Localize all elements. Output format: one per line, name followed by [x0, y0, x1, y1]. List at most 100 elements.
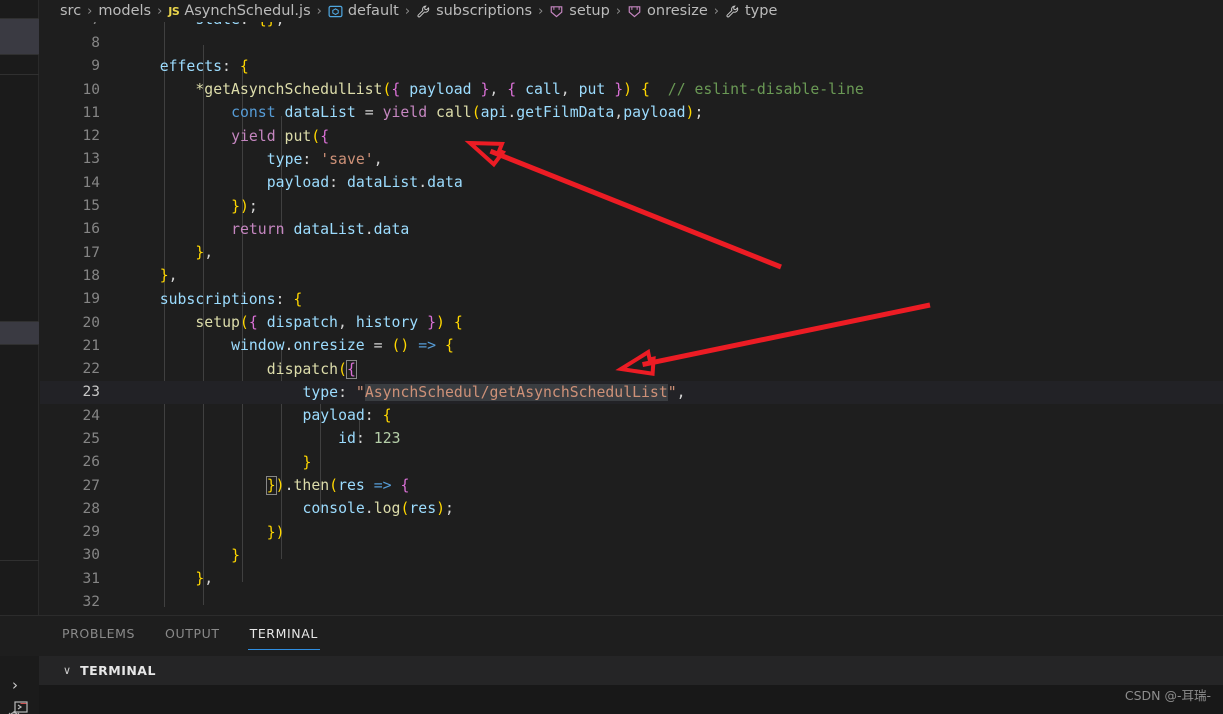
code-line-text[interactable]: return dataList.data [118, 221, 1223, 238]
code-line-text[interactable]: setup({ dispatch, history }) { [118, 314, 1223, 331]
field-cube-icon [627, 4, 642, 19]
breadcrumb-separator: › [87, 3, 93, 19]
selected-string[interactable]: AsynchSchedul/getAsynchSchedulList [364, 383, 668, 401]
code-line-18[interactable]: 18 }, [40, 264, 1223, 287]
code-line-16[interactable]: 16 return dataList.data [40, 218, 1223, 241]
editor-left-strip[interactable] [0, 0, 39, 615]
code-line-26[interactable]: 26 } [40, 451, 1223, 474]
terminal-header[interactable]: ∨ TERMINAL [39, 656, 1223, 685]
panel-tab-list[interactable]: PROBLEMS OUTPUT TERMINAL [40, 616, 321, 652]
code-line-text[interactable]: }, [118, 570, 1223, 587]
strip-divider [0, 54, 39, 55]
breadcrumb-item-type[interactable]: type [725, 3, 777, 19]
code-line-30[interactable]: 30 } [40, 544, 1223, 567]
code-line-22[interactable]: 22 dispatch({ [40, 357, 1223, 380]
code-line-14[interactable]: 14 payload: dataList.data [40, 171, 1223, 194]
breadcrumb[interactable]: src › models › JS AsynchSchedul.js › default › su… [40, 0, 1223, 22]
chevron-down-icon[interactable]: ∨ [63, 664, 71, 677]
panel-tab-problems[interactable]: PROBLEMS [60, 618, 137, 650]
code-line-17[interactable]: 17 }, [40, 241, 1223, 264]
code-line-13[interactable]: 13 type: 'save', [40, 148, 1223, 171]
code-line-19[interactable]: 19 subscriptions: { [40, 288, 1223, 311]
code-line-text[interactable]: subscriptions: { [118, 291, 1223, 308]
line-number: 13 [82, 151, 100, 168]
code-line-text[interactable]: yield put({ [118, 128, 1223, 145]
method-wrench-icon [416, 4, 431, 19]
code-line-text[interactable]: } [118, 547, 1223, 564]
breadcrumb-item-onresize[interactable]: onresize [627, 3, 708, 19]
strip-divider [0, 18, 39, 19]
code-line-text[interactable]: *getAsynchSchedulList({ payload }, { cal… [118, 81, 1223, 98]
line-number: 12 [82, 128, 100, 145]
code-line-29[interactable]: 29 }) [40, 521, 1223, 544]
line-number: 10 [82, 81, 100, 98]
breadcrumb-item-subscriptions[interactable]: subscriptions [416, 3, 532, 19]
code-line-text[interactable]: state: {}, [118, 22, 1223, 28]
code-line-text[interactable]: }).then(res => { [118, 476, 1223, 496]
code-line-text[interactable]: payload: dataList.data [118, 174, 1223, 191]
method-wrench-icon [725, 4, 740, 19]
code-line-text[interactable]: const dataList = yield call(api.getFilmD… [118, 104, 1223, 121]
line-number: 8 [91, 34, 100, 51]
terminal-gutter: › [0, 656, 39, 714]
breadcrumb-separator: › [404, 3, 411, 19]
code-editor[interactable]: 7 state: {},89 effects: {10 *getAsynchSc… [40, 22, 1223, 615]
code-line-text[interactable]: }) [118, 524, 1223, 541]
breadcrumb-item-label: default [347, 3, 399, 19]
code-line-15[interactable]: 15 }); [40, 194, 1223, 217]
line-number: 17 [82, 244, 100, 261]
panel-tab-output[interactable]: OUTPUT [163, 618, 222, 650]
line-number: 19 [82, 291, 100, 308]
code-line-32[interactable]: 32 [40, 590, 1223, 613]
code-line-11[interactable]: 11 const dataList = yield call(api.getFi… [40, 101, 1223, 124]
code-line-text[interactable]: dispatch({ [118, 359, 1223, 379]
code-line-28[interactable]: 28 console.log(res); [40, 497, 1223, 520]
bottom-panel: PROBLEMS OUTPUT TERMINAL › ∨ TERMINAL CS… [0, 615, 1223, 714]
code-line-text[interactable]: console.log(res); [118, 500, 1223, 517]
code-line-text[interactable]: effects: { [118, 58, 1223, 75]
breadcrumb-item-label: models [98, 3, 152, 19]
code-line-text[interactable]: id: 123 [118, 430, 1223, 447]
code-line-text[interactable]: }, [118, 267, 1223, 284]
breadcrumb-item-asynchschedul-js[interactable]: JS AsynchSchedul.js [168, 3, 310, 19]
code-line-7[interactable]: 7 state: {}, [40, 22, 1223, 31]
code-line-text[interactable]: }, [118, 244, 1223, 261]
code-line-25[interactable]: 25 id: 123 [40, 427, 1223, 450]
line-number: 11 [82, 104, 100, 121]
code-line-text[interactable]: payload: { [118, 407, 1223, 424]
panel-tab-terminal[interactable]: TERMINAL [247, 618, 321, 650]
line-number: 23 [82, 384, 100, 401]
code-line-12[interactable]: 12 yield put({ [40, 124, 1223, 147]
code-line-text[interactable]: } [118, 454, 1223, 471]
code-line-31[interactable]: 31 }, [40, 567, 1223, 590]
breadcrumb-item-models[interactable]: models [98, 3, 151, 19]
code-line-text[interactable]: type: 'save', [118, 151, 1223, 168]
code-line-21[interactable]: 21 window.onresize = () => { [40, 334, 1223, 357]
code-line-20[interactable]: 20 setup({ dispatch, history }) { [40, 311, 1223, 334]
strip-divider [0, 344, 39, 345]
vscode-window: src › models › JS AsynchSchedul.js › default › su… [0, 0, 1223, 714]
code-line-text[interactable]: type: "AsynchSchedul/getAsynchSchedulLis… [118, 383, 1223, 401]
breadcrumb-item-default[interactable]: default [328, 3, 399, 19]
code-line-23[interactable]: 23 type: "AsynchSchedul/getAsynchSchedul… [40, 380, 1223, 405]
code-line-text[interactable]: window.onresize = () => { [118, 337, 1223, 354]
code-line-10[interactable]: 10 *getAsynchSchedulList({ payload }, { … [40, 78, 1223, 101]
line-number: 9 [91, 58, 100, 75]
line-number: 15 [82, 198, 100, 215]
terminal-output[interactable] [39, 685, 1223, 714]
code-line-24[interactable]: 24 payload: { [40, 404, 1223, 427]
debug-console-icon[interactable] [8, 701, 30, 714]
chevron-right-icon[interactable]: › [12, 676, 18, 694]
code-line-text[interactable]: }); [118, 198, 1223, 215]
code-line-9[interactable]: 9 effects: { [40, 55, 1223, 78]
line-number: 30 [82, 547, 100, 564]
line-number: 16 [82, 221, 100, 238]
breadcrumb-item-src[interactable]: src [60, 3, 81, 19]
code-line-27[interactable]: 27 }).then(res => { [40, 474, 1223, 497]
line-number: 22 [82, 361, 100, 378]
breadcrumb-item-setup[interactable]: setup [549, 3, 610, 19]
terminal-area[interactable]: › ∨ TERMINAL [0, 656, 1223, 714]
strip-highlight-block [0, 19, 39, 54]
code-line-8[interactable]: 8 [40, 31, 1223, 54]
breadcrumb-separator: › [157, 3, 163, 19]
